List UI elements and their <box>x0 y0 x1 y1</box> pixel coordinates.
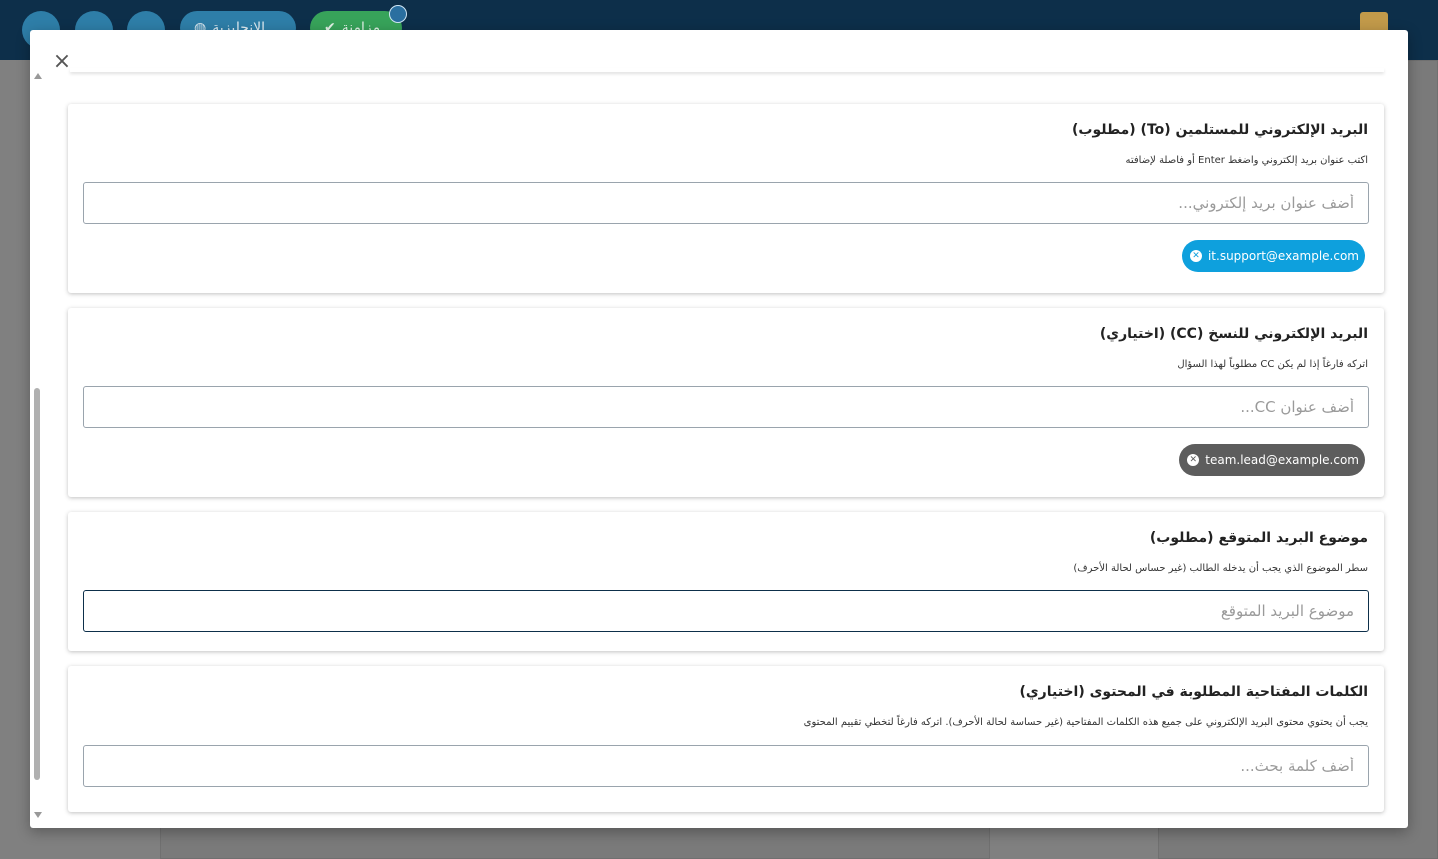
required-keywords-hint: يجب أن يحتوي محتوى البريد الإلكتروني على… <box>803 717 1368 728</box>
cc-recipients-card: البريد الإلكتروني للنسخ (CC) (اختياري) ا… <box>68 308 1384 497</box>
expected-subject-input[interactable] <box>83 590 1369 632</box>
to-email-input[interactable] <box>83 182 1369 224</box>
question-settings-modal: × البريد الإلكتروني للمستلمين (To) (مطلو… <box>30 30 1408 828</box>
keyword-input[interactable] <box>83 745 1369 787</box>
chip-email-text: it.support@example.com <box>1207 249 1359 263</box>
to-recipients-hint: اكتب عنوان بريد إلكتروني واضغط Enter أو … <box>1125 155 1368 166</box>
scroll-down-arrow-icon[interactable] <box>34 812 42 818</box>
expected-subject-card: موضوع البريد المتوقع (مطلوب) سطر الموضوع… <box>68 512 1384 651</box>
to-recipients-card: البريد الإلكتروني للمستلمين (To) (مطلوب)… <box>68 104 1384 293</box>
scrollbar[interactable] <box>32 70 42 818</box>
scroll-up-arrow-icon[interactable] <box>34 73 42 79</box>
scrollbar-thumb[interactable] <box>34 388 40 780</box>
remove-chip-icon[interactable]: ✕ <box>1187 454 1200 466</box>
cc-email-chip: team.lead@example.com ✕ <box>1179 444 1365 476</box>
required-keywords-title: الكلمات المفتاحية المطلوبة في المحتوى (ا… <box>1019 684 1368 700</box>
to-recipients-title: البريد الإلكتروني للمستلمين (To) (مطلوب) <box>1072 122 1368 138</box>
remove-chip-icon[interactable]: ✕ <box>1189 250 1202 262</box>
required-keywords-card: الكلمات المفتاحية المطلوبة في المحتوى (ا… <box>68 666 1384 812</box>
expected-subject-hint: سطر الموضوع الذي يجب أن يدخله الطالب (غي… <box>1073 563 1368 574</box>
expected-subject-title: موضوع البريد المتوقع (مطلوب) <box>1149 530 1368 546</box>
chip-email-text: team.lead@example.com <box>1205 453 1359 467</box>
to-email-chip: it.support@example.com ✕ <box>1181 240 1365 272</box>
cc-recipients-title: البريد الإلكتروني للنسخ (CC) (اختياري) <box>1099 326 1368 342</box>
cc-recipients-hint: اتركه فارغاً إذا لم يكن CC مطلوباً لهذا … <box>1177 359 1368 370</box>
modal-divider <box>70 68 1384 72</box>
cc-email-input[interactable] <box>83 386 1369 428</box>
sync-status-dot <box>389 5 407 23</box>
